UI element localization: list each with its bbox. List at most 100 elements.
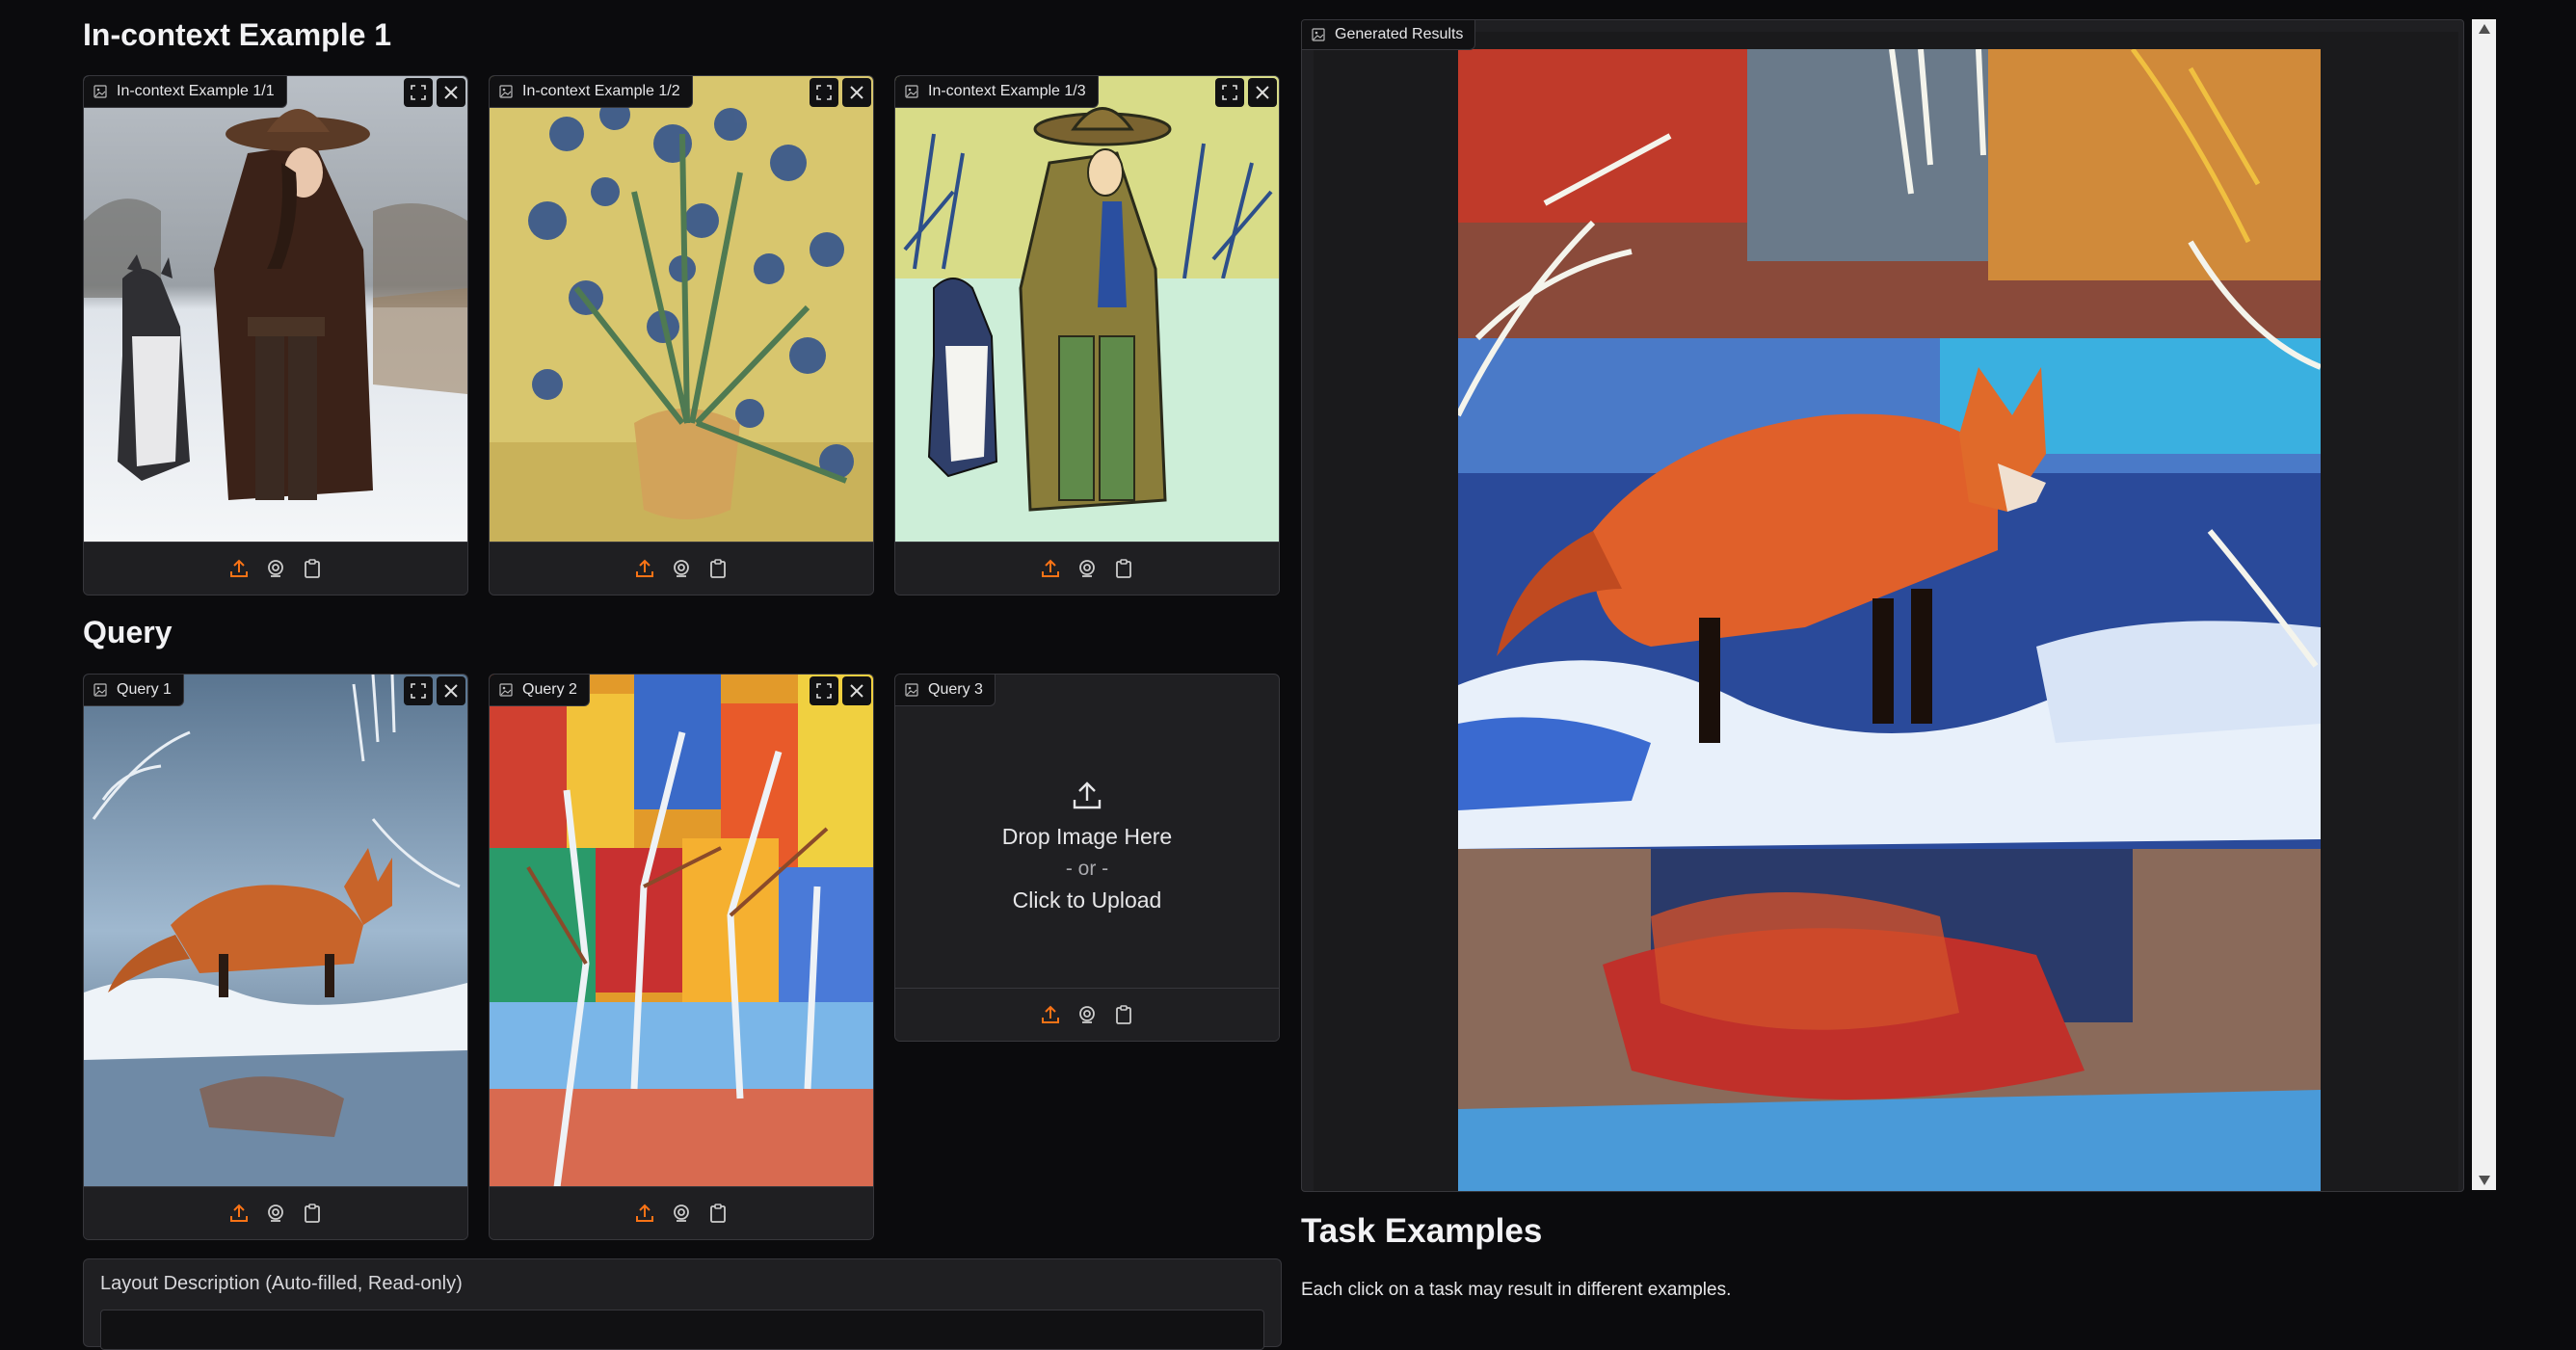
incontext-image-1-picture <box>84 76 467 543</box>
upload-icon <box>230 559 248 577</box>
image-dropzone[interactable]: Drop Image Here - or - Click to Upload <box>895 705 1279 989</box>
scroll-down-icon <box>2478 1176 2490 1185</box>
webcam-icon <box>674 1204 689 1222</box>
webcam-button[interactable] <box>670 1202 693 1225</box>
fullscreen-button[interactable] <box>810 676 838 705</box>
webcam-button[interactable] <box>670 557 693 580</box>
query-image-2-picture <box>490 675 873 1187</box>
layout-description: Layout Description (Auto-filled, Read-on… <box>83 1258 1282 1350</box>
image-icon <box>1312 28 1325 41</box>
image-label-text: Query 3 <box>928 681 983 698</box>
fullscreen-icon <box>411 683 426 699</box>
image-label-text: Generated Results <box>1335 26 1464 42</box>
paste-button[interactable] <box>706 1202 730 1225</box>
fullscreen-icon <box>816 683 832 699</box>
close-icon <box>850 684 863 698</box>
clear-image-button[interactable] <box>437 676 465 705</box>
query-title: Query <box>83 615 173 649</box>
image-label-text: Query 2 <box>522 681 577 698</box>
image-icon <box>93 85 107 98</box>
clear-image-button[interactable] <box>842 676 871 705</box>
webcam-icon <box>1079 1006 1095 1023</box>
layout-description-label: Layout Description (Auto-filled, Read-on… <box>100 1273 463 1294</box>
webcam-button[interactable] <box>1076 557 1099 580</box>
image-icon <box>499 683 513 697</box>
image-label-text: Query 1 <box>117 681 172 698</box>
webcam-icon <box>674 560 689 577</box>
image-label: In-context Example 1/3 <box>895 76 1099 108</box>
clipboard-icon <box>710 559 726 578</box>
upload-button[interactable] <box>1039 557 1062 580</box>
scroll-up-button[interactable] <box>2472 19 2496 39</box>
image-label: Generated Results <box>1302 20 1476 50</box>
image-label: Query 3 <box>895 675 996 706</box>
paste-button[interactable] <box>1112 1003 1135 1026</box>
generated-results-viewport <box>1314 32 2458 1191</box>
paste-button[interactable] <box>301 1202 324 1225</box>
task-examples-title: Task Examples <box>1301 1212 1543 1250</box>
fullscreen-button[interactable] <box>404 78 433 107</box>
incontext-title: In-context Example 1 <box>83 17 392 52</box>
upload-button[interactable] <box>633 557 656 580</box>
image-label: Query 2 <box>490 675 590 706</box>
query-image-1[interactable]: Query 1 <box>83 674 468 1240</box>
webcam-button[interactable] <box>1076 1003 1099 1026</box>
webcam-icon <box>268 1204 283 1222</box>
upload-button[interactable] <box>633 1202 656 1225</box>
upload-icon <box>636 559 653 577</box>
upload-icon <box>1042 1005 1059 1023</box>
paste-button[interactable] <box>301 557 324 580</box>
dropzone-text: Drop Image Here <box>1001 823 1173 849</box>
scroll-thumb[interactable] <box>2477 40 2491 1168</box>
webcam-button[interactable] <box>264 557 287 580</box>
fullscreen-button[interactable] <box>810 78 838 107</box>
clipboard-icon <box>1116 1005 1131 1024</box>
webcam-icon <box>268 560 283 577</box>
incontext-image-3[interactable]: In-context Example 1/3 <box>894 75 1280 596</box>
image-icon <box>905 85 918 98</box>
upload-icon <box>1042 559 1059 577</box>
task-examples-description: Each click on a task may result in diffe… <box>1301 1280 1732 1300</box>
incontext-image-1[interactable]: In-context Example 1/1 <box>83 75 468 596</box>
fullscreen-button[interactable] <box>1215 78 1244 107</box>
fullscreen-button[interactable] <box>404 676 433 705</box>
close-icon <box>850 86 863 99</box>
fullscreen-icon <box>816 85 832 100</box>
image-label: In-context Example 1/2 <box>490 76 693 108</box>
scroll-up-icon <box>2478 24 2490 34</box>
query-image-2[interactable]: Query 2 <box>489 674 874 1240</box>
dropzone-or: - or - <box>1065 857 1109 880</box>
image-label: Query 1 <box>84 675 184 706</box>
incontext-image-3-picture <box>895 76 1279 543</box>
dropzone-upload-text: Click to Upload <box>1012 887 1162 913</box>
clear-image-button[interactable] <box>437 78 465 107</box>
upload-icon <box>1073 781 1102 808</box>
results-scrollbar[interactable] <box>2472 19 2496 1190</box>
upload-button[interactable] <box>1039 1003 1062 1026</box>
upload-icon <box>230 1204 248 1222</box>
webcam-icon <box>1079 560 1095 577</box>
upload-button[interactable] <box>227 1202 251 1225</box>
close-icon <box>444 684 458 698</box>
image-label: In-context Example 1/1 <box>84 76 287 108</box>
clipboard-icon <box>1116 559 1131 578</box>
paste-button[interactable] <box>706 557 730 580</box>
clipboard-icon <box>710 1204 726 1223</box>
query-image-1-picture <box>84 675 467 1187</box>
generated-image[interactable] <box>1455 47 2323 1191</box>
clear-image-button[interactable] <box>1248 78 1277 107</box>
upload-button[interactable] <box>227 557 251 580</box>
query-image-3[interactable]: Query 3 Drop Image Here - or - Click to … <box>894 674 1280 1042</box>
clipboard-icon <box>305 559 320 578</box>
fullscreen-icon <box>411 85 426 100</box>
upload-icon <box>636 1204 653 1222</box>
paste-button[interactable] <box>1112 557 1135 580</box>
image-icon <box>93 683 107 697</box>
fullscreen-icon <box>1222 85 1237 100</box>
layout-description-field[interactable] <box>100 1310 1264 1350</box>
scroll-down-button[interactable] <box>2472 1171 2496 1190</box>
image-label-text: In-context Example 1/1 <box>117 83 275 99</box>
incontext-image-2[interactable]: In-context Example 1/2 <box>489 75 874 596</box>
clear-image-button[interactable] <box>842 78 871 107</box>
webcam-button[interactable] <box>264 1202 287 1225</box>
